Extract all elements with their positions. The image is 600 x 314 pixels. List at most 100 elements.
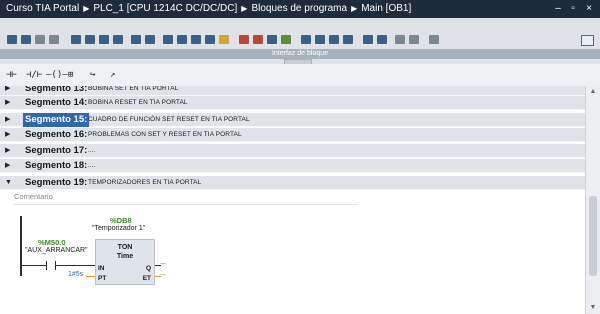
segment-title[interactable]: BOBINA RESET EN TIA PORTAL [88, 96, 188, 110]
collapse-icon[interactable]: ▼ [5, 176, 12, 190]
chevron-right-icon: ▶ [241, 4, 248, 13]
insert-row-icon[interactable] [98, 34, 111, 46]
scroll-up-icon[interactable]: ▲ [589, 88, 597, 96]
segment-title[interactable]: BOBINA SET EN TIA PORTAL [88, 86, 178, 96]
timer-db-address[interactable]: %DB8 [110, 216, 132, 225]
comment-icon[interactable] [204, 34, 217, 46]
step-out-icon[interactable] [342, 34, 355, 46]
open-branch-icon[interactable]: ↪ [90, 69, 95, 81]
go-to-error-icon[interactable] [238, 34, 251, 46]
segment-comment[interactable]: Comentario [14, 192, 358, 203]
vertical-scrollbar[interactable]: ▲ ▼ [585, 86, 600, 314]
go-to-next-icon[interactable] [252, 34, 265, 46]
segment-label: Segmento 19: [25, 177, 88, 188]
timer-subtype: Time [116, 253, 134, 260]
show-all-icon[interactable] [190, 34, 203, 46]
go-offline-icon[interactable] [20, 34, 33, 46]
expand-icon[interactable]: ▶ [5, 96, 10, 110]
contact-address[interactable]: %M50.0 [38, 238, 66, 247]
expand-icon[interactable]: ▶ [5, 144, 10, 158]
segment-label: Segmento 17: [25, 145, 88, 156]
expand-icon[interactable]: ▶ [5, 159, 10, 173]
restore-button[interactable]: ▫ [566, 2, 580, 16]
wire-left [22, 265, 46, 266]
step-icon[interactable] [314, 34, 327, 46]
open-all-icon[interactable] [130, 34, 143, 46]
segment-title[interactable]: .... [88, 159, 96, 173]
wire-to-timer [56, 265, 95, 266]
segment-label: Segmento 13: [25, 86, 88, 94]
segment-label: Segmento 18: [25, 160, 88, 171]
program-editor: ▶ Segmento 13: BOBINA SET EN TIA PORTAL … [0, 86, 585, 314]
segment-title[interactable]: TEMPORIZADORES EN TIA PORTAL [88, 176, 201, 190]
breadcrumb-block[interactable]: Main [OB1] [361, 3, 411, 14]
network-icon[interactable] [394, 34, 407, 46]
breakpoint-icon[interactable] [300, 34, 313, 46]
scroll-down-icon[interactable]: ▼ [589, 304, 597, 312]
expand-icon[interactable]: ▶ [5, 113, 10, 127]
segment-label: Segmento 16: [25, 129, 88, 140]
pin-pt: PT [98, 275, 107, 282]
absolute-operands-icon[interactable] [162, 34, 175, 46]
timer-type: TON [117, 244, 133, 251]
segment-13[interactable]: ▶ Segmento 13: BOBINA SET EN TIA PORTAL [0, 86, 585, 96]
pin-in: IN [98, 265, 105, 272]
contact-left-bar [46, 261, 47, 270]
close-branch-icon[interactable]: ↗ [110, 69, 115, 81]
pt-value[interactable]: 1#5s [68, 271, 83, 278]
breadcrumb-folder[interactable]: Bloques de programa [251, 3, 347, 14]
breadcrumb: Curso TIA Portal ▶ PLC_1 [CPU 1214C DC/DC/… [6, 3, 411, 14]
block-interface-bar[interactable]: Interfaz de bloque [0, 49, 600, 59]
go-to-prev-icon[interactable] [266, 34, 279, 46]
download-icon[interactable] [280, 34, 293, 46]
expand-icon[interactable]: ▶ [5, 86, 10, 96]
trace-icon[interactable] [408, 34, 421, 46]
q-output[interactable]: ... [160, 259, 166, 266]
segment-label-selected: Segmento 15: [23, 113, 90, 127]
lad-palette: ⊣⊢ ⊣/⊢ –()– ⊞ ↪ ↗ [0, 64, 600, 87]
segment-17[interactable]: ▶ Segmento 17: .... [0, 144, 585, 158]
window-layout-icon[interactable] [580, 34, 594, 46]
edit-icon[interactable] [218, 34, 231, 46]
monitor-on-icon[interactable] [362, 34, 375, 46]
step-over-icon[interactable] [328, 34, 341, 46]
compile-icon[interactable] [48, 34, 61, 46]
no-contact-icon[interactable]: ⊣⊢ [6, 69, 17, 81]
pt-wire [86, 276, 95, 277]
chevron-right-icon: ▶ [351, 4, 358, 13]
segment-title[interactable]: PROBLEMAS CON SET Y RESET EN TIA PORTAL [88, 128, 242, 142]
breadcrumb-plc[interactable]: PLC_1 [CPU 1214C DC/DC/DC] [93, 3, 237, 14]
timer-db-name[interactable]: "Temporizador 1" [92, 225, 145, 232]
monitor-icon[interactable] [34, 34, 47, 46]
segment-title[interactable]: .... [88, 144, 96, 158]
title-bar: Curso TIA Portal ▶ PLC_1 [CPU 1214C DC/DC/… [0, 0, 600, 18]
segment-14[interactable]: ▶ Segmento 14: BOBINA RESET EN TIA PORTA… [0, 96, 585, 110]
settings-icon[interactable] [428, 34, 441, 46]
favorites-icon[interactable] [176, 34, 189, 46]
segment-16[interactable]: ▶ Segmento 16: PROBLEMAS CON SET Y RESET… [0, 128, 585, 142]
nc-contact-icon[interactable]: ⊣/⊢ [26, 69, 42, 81]
breadcrumb-project[interactable]: Curso TIA Portal [6, 3, 79, 14]
ton-timer-box[interactable]: TON Time IN PT Q ET [95, 239, 155, 285]
coil-icon[interactable]: –()– [46, 69, 68, 81]
close-all-icon[interactable] [144, 34, 157, 46]
go-online-icon[interactable] [6, 34, 19, 46]
contact-tag-name[interactable]: "AUX_ARRANCAR" [25, 247, 88, 254]
scroll-thumb[interactable] [589, 196, 597, 276]
close-button[interactable]: × [582, 2, 596, 16]
add-row-icon[interactable] [112, 34, 125, 46]
empty-box-icon[interactable]: ⊞ [68, 69, 73, 81]
chevron-right-icon: ▶ [83, 4, 90, 13]
insert-network-icon[interactable] [70, 34, 83, 46]
segment-label: Segmento 14: [25, 97, 88, 108]
segment-18[interactable]: ▶ Segmento 18: .... [0, 159, 585, 173]
minimize-button[interactable]: – [551, 2, 565, 16]
et-output[interactable]: ... [160, 270, 166, 277]
expand-icon[interactable]: ▶ [5, 128, 10, 142]
delete-network-icon[interactable] [84, 34, 97, 46]
segment-15[interactable]: ▶ Segmento 15: CUADRO DE FUNCIÓN SET RES… [0, 113, 585, 127]
segment-19[interactable]: ▼ Segmento 19: TEMPORIZADORES EN TIA POR… [0, 176, 585, 190]
segment-title[interactable]: CUADRO DE FUNCIÓN SET RESET EN TIA PORTA… [88, 113, 250, 127]
power-rail [20, 216, 22, 276]
monitor-off-icon[interactable] [376, 34, 389, 46]
